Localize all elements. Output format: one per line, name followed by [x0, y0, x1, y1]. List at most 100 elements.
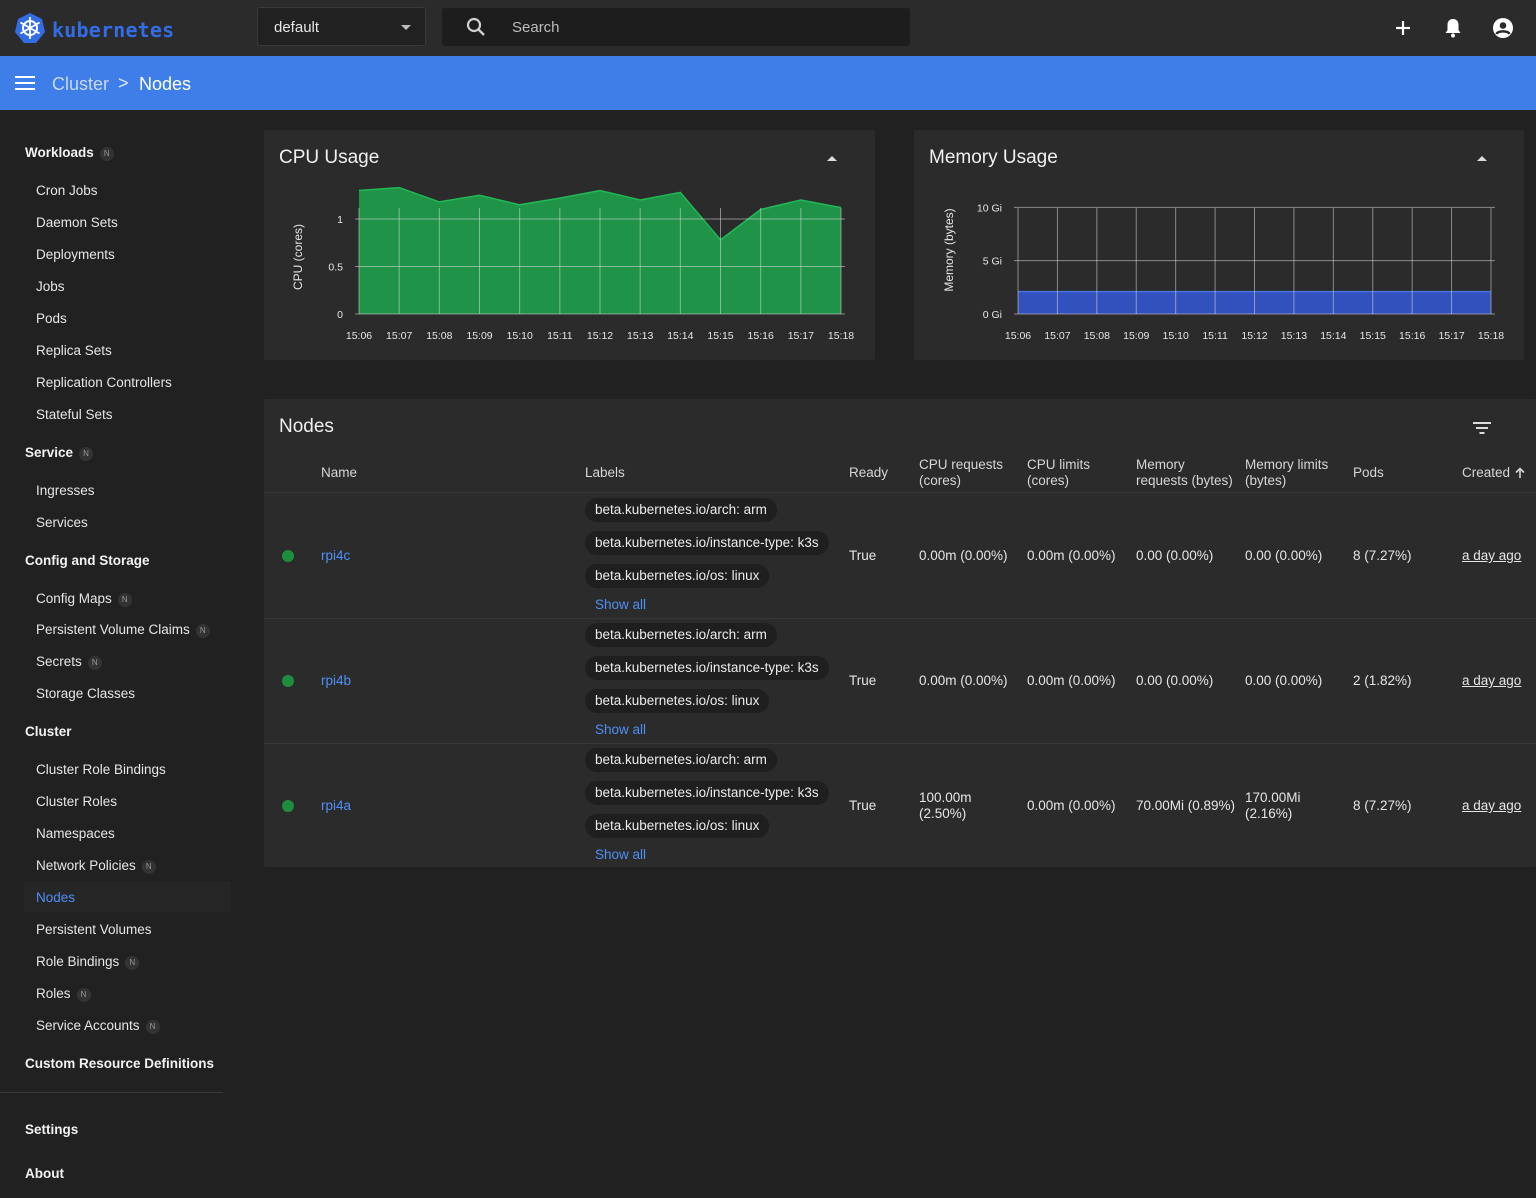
memory-limits-value: 0.00 (0.00%): [1245, 548, 1323, 563]
x-tick-label: 15:18: [828, 330, 854, 342]
chevron-down-icon: [401, 25, 411, 30]
sidebar-item-storage-classes[interactable]: Storage Classes: [36, 686, 135, 701]
y-tick-label: 0.5: [328, 262, 343, 274]
nodes-card: Nodes: [264, 399, 1536, 867]
sidebar-item-persistent-volume-claims[interactable]: Persistent Volume Claims N: [36, 622, 210, 638]
account-circle-icon[interactable]: [1491, 16, 1515, 40]
x-tick-label: 15:15: [1360, 330, 1386, 342]
sidebar-section-config-storage[interactable]: Config and Storage: [25, 553, 150, 568]
app-logo[interactable]: kubernetes: [14, 12, 174, 47]
sidebar-item-roles[interactable]: Roles N: [36, 986, 91, 1002]
sidebar-item-ingresses[interactable]: Ingresses: [36, 483, 95, 498]
sidebar-settings[interactable]: Settings: [25, 1122, 78, 1137]
x-tick-label: 15:12: [587, 330, 613, 342]
node-name-link[interactable]: rpi4b: [321, 673, 351, 688]
sidebar-item-cluster-role-bindings[interactable]: Cluster Role Bindings: [36, 762, 166, 777]
sidebar-section-workloads[interactable]: Workloads N: [25, 145, 114, 161]
x-tick-label: 15:11: [547, 330, 573, 342]
namespace-select[interactable]: default: [257, 7, 426, 46]
sidebar-section-crd[interactable]: Custom Resource Definitions: [25, 1056, 214, 1071]
column-header-cpu-requests: CPU requests (cores): [919, 457, 1004, 488]
sidebar-item-jobs[interactable]: Jobs: [36, 279, 65, 294]
sidebar-item-namespaces[interactable]: Namespaces: [36, 826, 115, 841]
label-chip: beta.kubernetes.io/os: linux: [585, 689, 770, 713]
memory-usage-card: Memory Usage 0 Gi 5 Gi 10 Gi 15:06 15:07 15:0…: [914, 130, 1524, 360]
created-value: a day ago: [1462, 548, 1522, 563]
sidebar-item-cluster-roles[interactable]: Cluster Roles: [36, 794, 117, 809]
app-name: kubernetes: [52, 17, 175, 42]
bell-icon[interactable]: [1441, 16, 1465, 40]
show-all-labels-button[interactable]: Show all: [595, 722, 646, 737]
sidebar-section-cluster[interactable]: Cluster: [25, 724, 72, 739]
pods-value: 2 (1.82%): [1353, 673, 1412, 688]
ready-value: True: [849, 548, 877, 563]
sidebar-item-nodes[interactable]: Nodes: [36, 890, 75, 905]
sidebar-item-daemon-sets[interactable]: Daemon Sets: [36, 215, 118, 230]
sidebar-item-deployments[interactable]: Deployments: [36, 247, 115, 262]
sidebar: Workloads N Cron Jobs Daemon Sets Deploym…: [0, 110, 240, 1198]
hamburger-menu-icon[interactable]: [15, 74, 35, 95]
label-chip: beta.kubernetes.io/instance-type: k3s: [585, 531, 829, 555]
arrow-up-icon: [1514, 467, 1526, 483]
breadcrumb-cluster-link[interactable]: Cluster: [52, 74, 109, 95]
y-axis-label: CPU (cores): [291, 224, 305, 290]
x-tick-label: 15:09: [466, 330, 492, 342]
search-input[interactable]: [512, 17, 892, 37]
memory-requests-value: 70.00Mi (0.89%): [1136, 798, 1236, 813]
node-name-link[interactable]: rpi4a: [321, 798, 351, 813]
breadcrumb-bar: Cluster > Nodes: [0, 56, 1536, 110]
x-tick-label: 15:08: [1084, 330, 1110, 342]
y-tick-label: 0 Gi: [983, 309, 1002, 321]
sidebar-item-label: Config Maps: [36, 591, 112, 606]
sidebar-item-persistent-volumes[interactable]: Persistent Volumes: [36, 922, 152, 937]
sidebar-item-pods[interactable]: Pods: [36, 311, 67, 326]
pods-value: 8 (7.27%): [1353, 548, 1412, 563]
column-header-labels: Labels: [585, 465, 625, 480]
label-chip: beta.kubernetes.io/arch: arm: [585, 748, 777, 772]
sidebar-item-services[interactable]: Services: [36, 515, 88, 530]
sidebar-item-replication-controllers[interactable]: Replication Controllers: [36, 375, 172, 390]
sidebar-item-label: Roles: [36, 986, 71, 1001]
pods-value: 8 (7.27%): [1353, 798, 1412, 813]
x-tick-label: 15:11: [1202, 330, 1228, 342]
column-header-created[interactable]: Created: [1462, 465, 1526, 483]
sidebar-about[interactable]: About: [25, 1166, 64, 1181]
plus-icon[interactable]: [1391, 16, 1415, 40]
sidebar-item-role-bindings[interactable]: Role Bindings N: [36, 954, 140, 970]
cpu-limits-value: 0.00m (0.00%): [1027, 798, 1116, 813]
column-header-cpu-limits: CPU limits (cores): [1027, 457, 1090, 488]
ready-status-icon: [282, 800, 294, 812]
sidebar-item-cron-jobs[interactable]: Cron Jobs: [36, 183, 98, 198]
show-all-labels-button[interactable]: Show all: [595, 597, 646, 612]
search-icon[interactable]: [466, 17, 486, 40]
sidebar-item-secrets[interactable]: Secrets N: [36, 654, 102, 670]
search-box[interactable]: [442, 8, 910, 46]
sidebar-item-service-accounts[interactable]: Service Accounts N: [36, 1018, 160, 1034]
label-chip: beta.kubernetes.io/arch: arm: [585, 623, 777, 647]
sidebar-item-network-policies[interactable]: Network Policies N: [36, 858, 156, 874]
y-axis-label: Memory (bytes): [942, 208, 956, 291]
sidebar-item-label: Secrets: [36, 654, 82, 669]
x-tick-label: 15:16: [748, 330, 774, 342]
x-tick-label: 15:17: [1438, 330, 1464, 342]
sidebar-item-stateful-sets[interactable]: Stateful Sets: [36, 407, 113, 422]
column-header-ready[interactable]: Ready: [849, 465, 888, 481]
table-header-divider: [264, 492, 1536, 493]
sidebar-section-service[interactable]: Service N: [25, 445, 94, 461]
x-tick-label: 15:08: [426, 330, 452, 342]
filter-icon[interactable]: [1472, 420, 1492, 439]
x-tick-label: 15:15: [707, 330, 733, 342]
node-name-link[interactable]: rpi4c: [321, 548, 350, 563]
cpu-usage-chart: 0 0.5 1 15:06 15:07 15:08 15:09 15:10 15:11 15:12…: [291, 186, 854, 342]
namespaced-badge: N: [99, 147, 114, 161]
cpu-limits-value: 0.00m (0.00%): [1027, 673, 1116, 688]
x-tick-label: 15:16: [1399, 330, 1425, 342]
column-header-name[interactable]: Name: [321, 465, 357, 481]
cpu-limits-value: 0.00m (0.00%): [1027, 548, 1116, 563]
cpu-usage-card: CPU Usage 0 0.5 1 15:06 15:07 15:08 15:09 15:10…: [264, 130, 875, 360]
show-all-labels-button[interactable]: Show all: [595, 847, 646, 862]
cpu-requests-value: 0.00m (0.00%): [919, 673, 1008, 688]
sidebar-item-config-maps[interactable]: Config Maps N: [36, 591, 132, 607]
sidebar-item-replica-sets[interactable]: Replica Sets: [36, 343, 112, 358]
x-tick-label: 15:18: [1478, 330, 1504, 342]
